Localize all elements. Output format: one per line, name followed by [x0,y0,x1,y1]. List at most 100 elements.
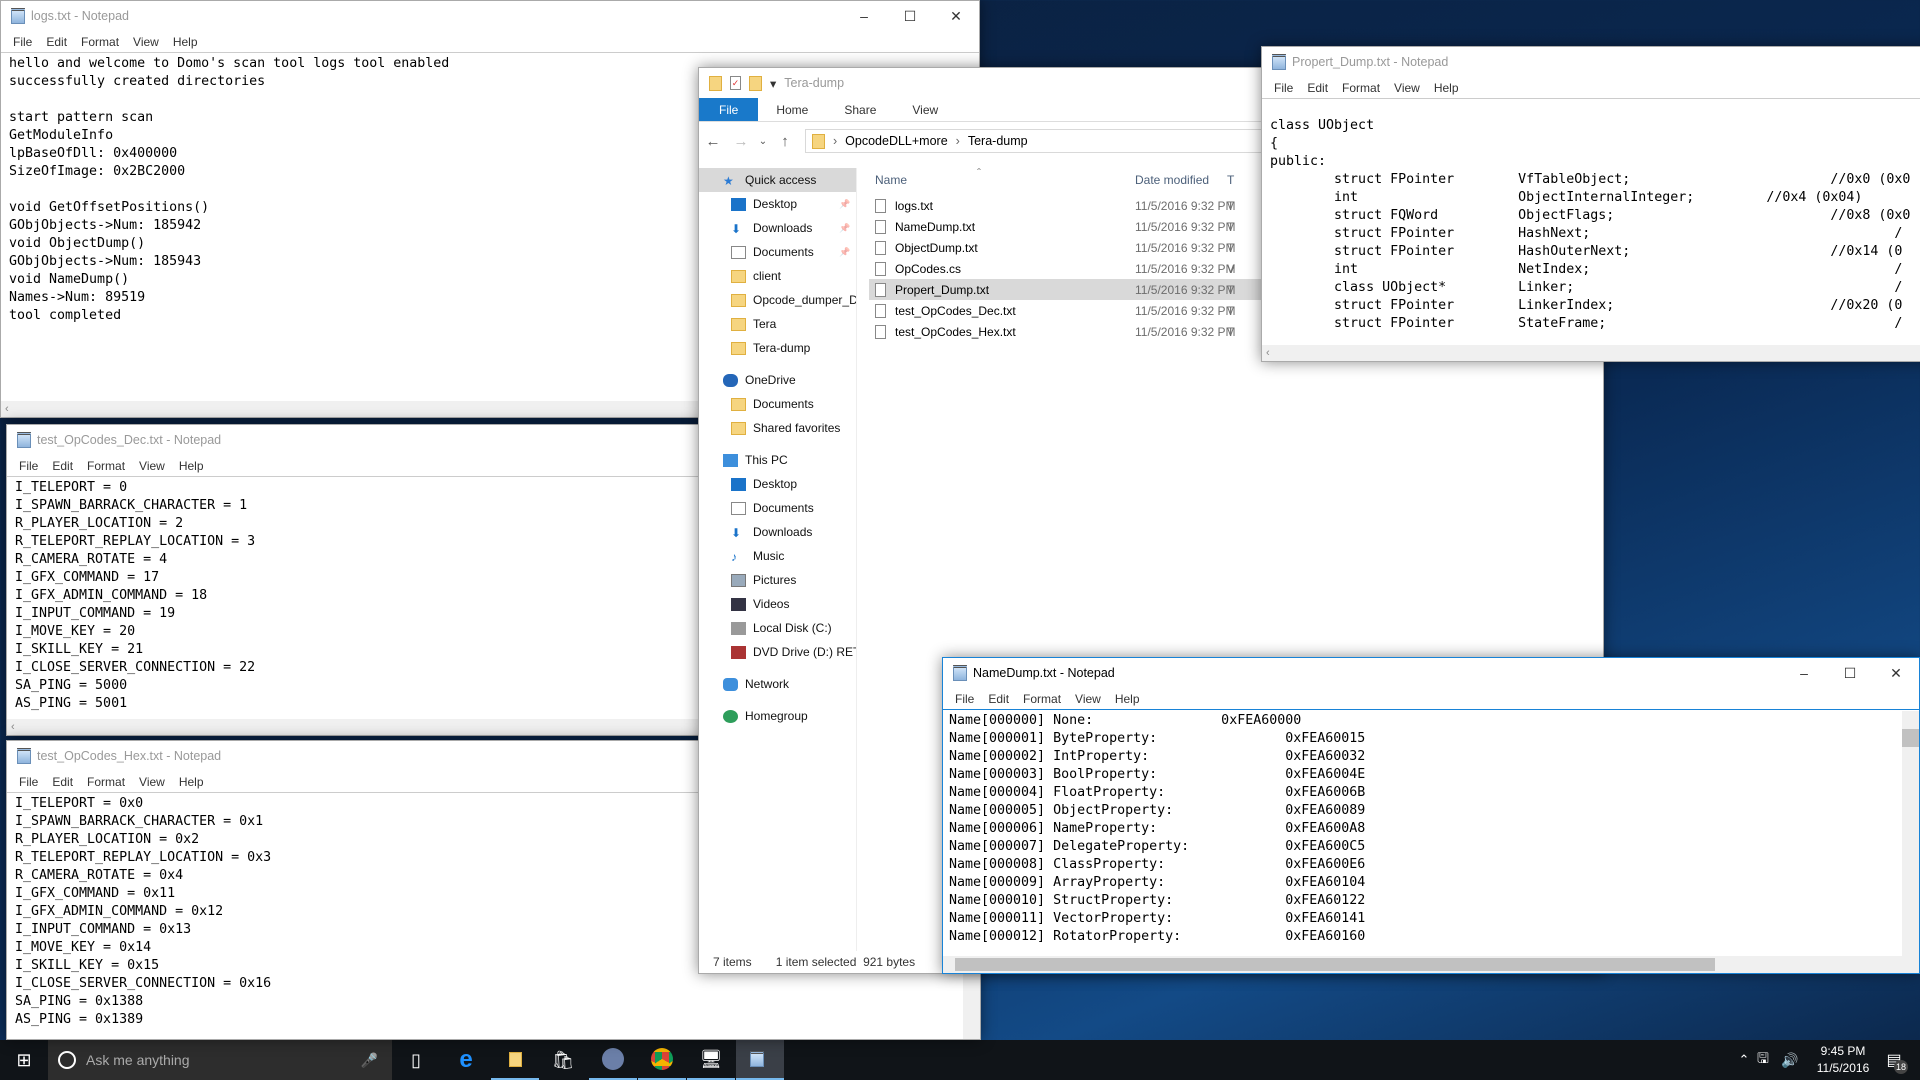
menu-help[interactable]: Help [1428,81,1465,95]
menu-file[interactable]: File [7,35,38,49]
pin-icon[interactable]: 📌 [839,199,850,210]
back-button[interactable]: ← [699,133,727,150]
menu-format[interactable]: Format [1336,81,1386,95]
title-bar[interactable]: logs.txt - Notepad [1,1,979,31]
remote-desktop-icon[interactable]: 🖥 [687,1040,735,1080]
tab-share[interactable]: Share [826,98,894,121]
column-date-modified[interactable]: Date modified [1135,173,1209,187]
file-explorer-icon[interactable] [491,1040,539,1080]
minimize-button[interactable]: – [1781,658,1827,688]
menu-file[interactable]: File [949,692,980,706]
edge-icon[interactable]: e [442,1040,490,1080]
folder-icon [731,341,746,355]
menu-format[interactable]: Format [81,775,131,789]
nav-item-downloads[interactable]: ⬇ Downloads [699,520,856,544]
menu-file[interactable]: File [13,459,44,473]
menu-help[interactable]: Help [173,775,210,789]
menu-file[interactable]: File [1268,81,1299,95]
menu-edit[interactable]: Edit [982,692,1015,706]
nav-item-music[interactable]: ♪ Music [699,544,856,568]
ccleaner-icon[interactable] [589,1040,637,1080]
new-folder-icon[interactable] [749,75,762,91]
pin-icon[interactable]: 📌 [839,223,850,234]
chrome-icon[interactable] [638,1040,686,1080]
close-button[interactable]: ✕ [933,1,979,31]
nav-item-documents[interactable]: Documents [699,392,856,416]
microphone-icon[interactable]: 🎤 [361,1052,378,1069]
recent-locations-icon[interactable]: ⌄ [755,136,771,147]
nav-item-desktop[interactable]: Desktop 📌 [699,192,856,216]
propert-dump-notepad-window[interactable]: Propert_Dump.txt - Notepad File Edit Forma… [1261,46,1920,362]
nav-item-this-pc[interactable]: This PC [699,448,856,472]
menu-view[interactable]: View [127,35,165,49]
up-button[interactable]: ↑ [771,133,799,150]
menu-help[interactable]: Help [1109,692,1146,706]
search-box[interactable]: Ask me anything 🎤 [48,1040,392,1080]
horizontal-scrollbar[interactable]: ‹ [1262,345,1920,361]
task-view-icon[interactable]: ▯ [392,1040,440,1080]
menu-edit[interactable]: Edit [40,35,73,49]
nav-item-pictures[interactable]: Pictures [699,568,856,592]
menu-format[interactable]: Format [75,35,125,49]
nav-item-dvd-drive-d-retr[interactable]: DVD Drive (D:) RETR [699,640,856,664]
nav-item-shared-favorites[interactable]: Shared favorites [699,416,856,440]
menu-edit[interactable]: Edit [46,775,79,789]
properties-icon[interactable]: ✓ [730,76,741,90]
minimize-button[interactable]: – [841,1,887,31]
scroll-thumb[interactable] [955,958,1715,971]
close-button[interactable]: ✕ [1873,658,1919,688]
column-name[interactable]: Name [875,173,907,187]
horizontal-scrollbar[interactable] [943,956,1919,973]
menu-edit[interactable]: Edit [1301,81,1334,95]
menu-format[interactable]: Format [1017,692,1067,706]
nav-item-quick-access[interactable]: ★ Quick access [699,168,856,192]
menu-help[interactable]: Help [167,35,204,49]
breadcrumb-item[interactable]: OpcodeDLL+more [845,134,948,148]
menu-view[interactable]: View [133,775,171,789]
menu-help[interactable]: Help [173,459,210,473]
pin-icon[interactable]: 📌 [839,247,850,258]
text-area[interactable]: Name[000000] None: 0xFEA60000 Name[000001… [943,710,1919,946]
title-bar[interactable]: Propert_Dump.txt - Notepad [1262,47,1920,77]
menu-view[interactable]: View [1388,81,1426,95]
menu-view[interactable]: View [1069,692,1107,706]
vertical-scrollbar[interactable] [1902,711,1919,956]
menu-file[interactable]: File [13,775,44,789]
volume-icon[interactable]: 🔊 [1770,1040,1810,1080]
nav-item-client[interactable]: client [699,264,856,288]
clock[interactable]: 9:45 PM 11/5/2016 [1812,1043,1874,1077]
forward-button[interactable]: → [727,133,755,150]
breadcrumb-item[interactable]: Tera-dump [968,134,1028,148]
tab-view[interactable]: View [894,98,956,121]
tab-home[interactable]: Home [758,98,826,121]
nav-item-tera[interactable]: Tera [699,312,856,336]
menu-edit[interactable]: Edit [46,459,79,473]
store-icon[interactable]: 🛍 [539,1040,587,1080]
nav-item-documents[interactable]: Documents 📌 [699,240,856,264]
tab-file[interactable]: File [699,98,759,121]
menu-view[interactable]: View [133,459,171,473]
maximize-button[interactable]: ☐ [1827,658,1873,688]
nav-item-documents[interactable]: Documents [699,496,856,520]
nav-item-opcode-dumper-d[interactable]: Opcode_dumper_D [699,288,856,312]
nav-item-desktop[interactable]: Desktop [699,472,856,496]
start-button[interactable]: ⊞ [0,1040,48,1080]
nav-item-tera-dump[interactable]: Tera-dump [699,336,856,360]
taskbar: ⊞ Ask me anything 🎤 ▯ e 🛍 🖥 ⌃ 🖫 🔊 9:45 P… [0,1040,1920,1080]
column-type[interactable]: T [1227,173,1234,187]
nav-item-network[interactable]: Network [699,672,856,696]
customize-dropdown-icon[interactable]: ▾ [770,76,776,91]
action-center-icon[interactable]: ▤ 18 [1870,1040,1918,1080]
namedump-notepad-window[interactable]: NameDump.txt - Notepad – ☐ ✕ File Edit Forma… [942,657,1920,974]
nav-item-local-disk-c[interactable]: Local Disk (C:) [699,616,856,640]
text-area[interactable]: class UObject {public: struct FPointer Vf… [1262,99,1920,333]
scroll-thumb[interactable] [1902,729,1919,747]
nav-item-onedrive[interactable]: OneDrive [699,368,856,392]
menu-format[interactable]: Format [81,459,131,473]
nav-item-downloads[interactable]: ⬇ Downloads 📌 [699,216,856,240]
title-bar[interactable]: NameDump.txt - Notepad [943,658,1919,688]
nav-item-videos[interactable]: Videos [699,592,856,616]
notepad-icon[interactable] [736,1040,784,1080]
maximize-button[interactable]: ☐ [887,1,933,31]
nav-item-homegroup[interactable]: Homegroup [699,704,856,728]
